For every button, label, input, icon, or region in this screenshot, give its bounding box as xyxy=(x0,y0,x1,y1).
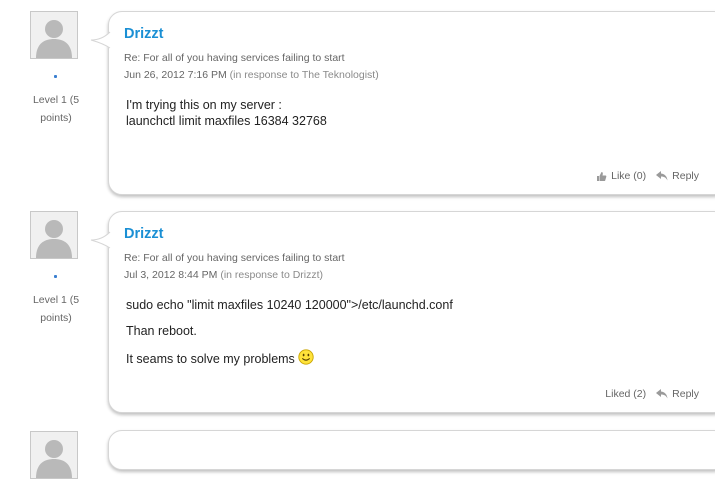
body-line: sudo echo "limit maxfiles 10240 120000">… xyxy=(126,298,453,312)
like-button[interactable]: Liked (2) xyxy=(605,388,646,400)
bubble-tail-icon xyxy=(90,31,111,49)
status-dot-icon xyxy=(54,275,57,278)
like-button[interactable]: Like (0) xyxy=(596,170,646,182)
default-user-avatar-icon[interactable] xyxy=(30,211,78,259)
reply-label: Reply xyxy=(672,170,699,182)
like-label: Liked (2) xyxy=(605,388,647,400)
bubble-tail-icon xyxy=(90,231,111,249)
post-2-partial xyxy=(0,418,715,479)
in-response-link[interactable]: (in response to The Teknologist) xyxy=(230,69,379,81)
default-user-avatar-icon[interactable] xyxy=(30,431,78,479)
like-label: Like (0) xyxy=(611,170,647,182)
body-line: It seams to solve my problems xyxy=(126,352,295,366)
body-line: launchctl limit maxfiles 16384 32768 xyxy=(126,114,327,128)
status-dot-icon xyxy=(54,75,57,78)
default-user-avatar-icon[interactable] xyxy=(30,11,78,59)
thumbs-up-icon xyxy=(597,171,607,181)
post-bubble: Drizzt Re: For all of you having service… xyxy=(90,11,715,195)
post-meta: Jun 26, 2012 7:16 PM (in response to The… xyxy=(124,69,379,81)
body-line: I'm trying this on my server : xyxy=(126,98,282,112)
reply-button[interactable]: Reply xyxy=(656,170,699,182)
post-body: sudo echo "limit maxfiles 10240 120000">… xyxy=(126,297,453,377)
body-line: Than reboot. xyxy=(126,324,197,338)
post-subject: Re: For all of you having services faili… xyxy=(124,52,345,64)
post-actions: Liked (2) Reply xyxy=(605,388,699,400)
post-meta: Jul 3, 2012 8:44 PM (in response to Driz… xyxy=(124,269,323,281)
post-0: Level 1 (5 points) Drizzt Re: For all of… xyxy=(0,0,715,200)
post-date: Jul 3, 2012 8:44 PM xyxy=(124,269,218,281)
post-date: Jun 26, 2012 7:16 PM xyxy=(124,69,227,81)
author-link[interactable]: Drizzt xyxy=(124,226,163,242)
post-bubble xyxy=(108,430,715,470)
user-level: Level 1 (5 points) xyxy=(32,94,80,124)
reply-label: Reply xyxy=(672,388,699,400)
user-level: Level 1 (5 points) xyxy=(32,294,80,324)
reply-arrow-icon xyxy=(656,389,668,399)
post-subject: Re: For all of you having services faili… xyxy=(124,252,345,264)
post-1: Level 1 (5 points) Drizzt Re: For all of… xyxy=(0,200,715,418)
author-link[interactable]: Drizzt xyxy=(124,26,163,42)
post-actions: Like (0) Reply xyxy=(596,170,699,182)
post-body: I'm trying this on my server : launchctl… xyxy=(126,97,327,129)
smiley-emoticon-icon xyxy=(298,349,314,365)
reply-arrow-icon xyxy=(656,171,668,181)
in-response-link[interactable]: (in response to Drizzt) xyxy=(220,269,323,281)
post-bubble: Drizzt Re: For all of you having service… xyxy=(90,211,715,413)
body-line-with-smiley: It seams to solve my problems xyxy=(126,349,453,367)
reply-button[interactable]: Reply xyxy=(656,388,699,400)
